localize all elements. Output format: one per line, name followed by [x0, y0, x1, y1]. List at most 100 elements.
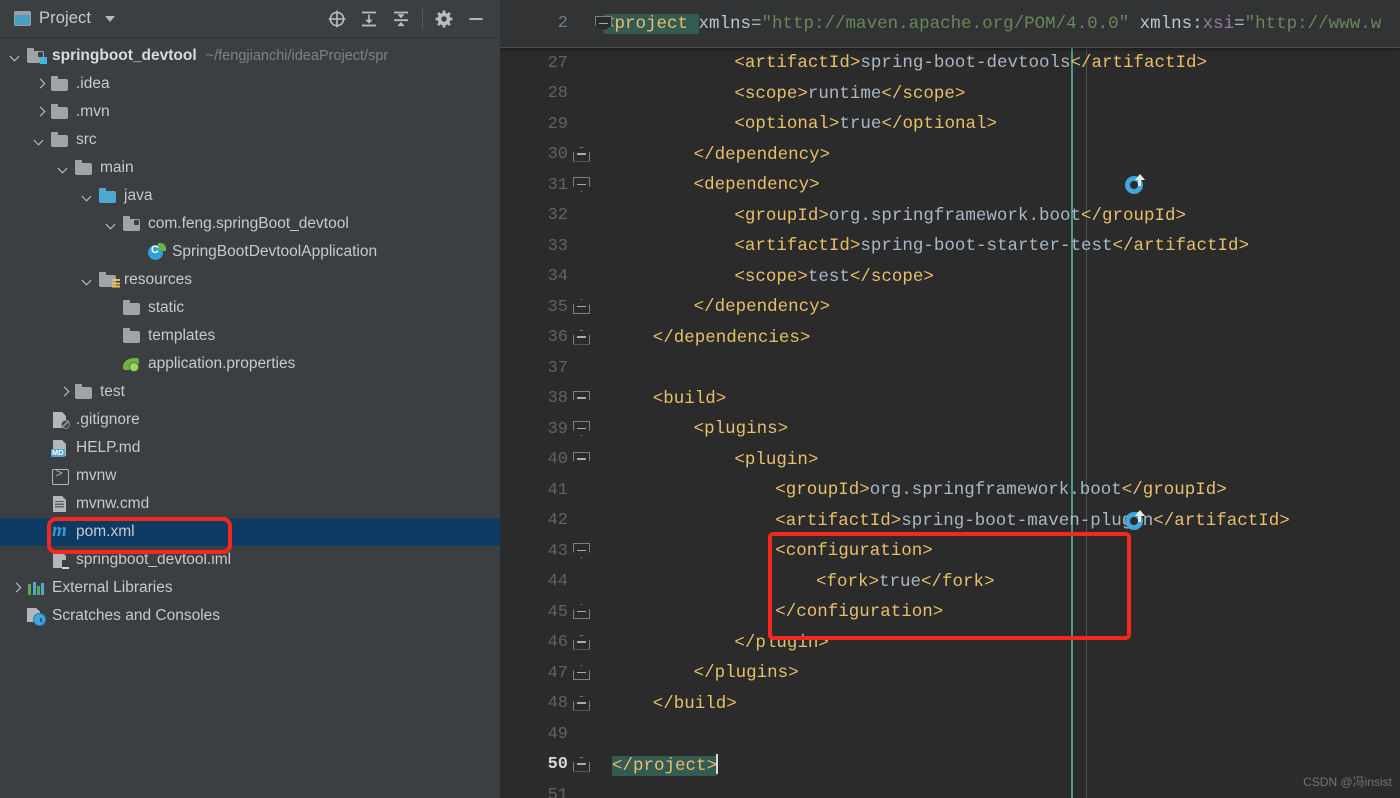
gutter-markers[interactable]	[582, 658, 604, 689]
expand-arrow-icon[interactable]	[104, 216, 120, 232]
tree-row-pom-xml[interactable]: pom.xml	[0, 518, 500, 546]
sticky-header-line[interactable]: 2 <project xmlns="http://maven.apache.or…	[500, 0, 1400, 48]
gutter-markers[interactable]	[582, 262, 604, 293]
tree-row-src[interactable]: src	[0, 126, 500, 154]
editor-line-47[interactable]: 47</plugins>	[500, 658, 1400, 689]
editor-line-43[interactable]: 43<configuration>	[500, 536, 1400, 567]
chevron-down-icon[interactable]	[105, 16, 115, 22]
tree-row-root[interactable]: springboot_devtool ~/fengjianchi/ideaPro…	[0, 42, 500, 70]
code-fold-up-icon[interactable]	[573, 696, 590, 711]
tree-row-main[interactable]: main	[0, 154, 500, 182]
editor-line-41[interactable]: 41<groupId>org.springframework.boot</gro…	[500, 475, 1400, 506]
collapse-all-icon[interactable]	[385, 4, 417, 34]
tree-row--mvn[interactable]: .mvn	[0, 98, 500, 126]
editor-line-27[interactable]: 27<artifactId>spring-boot-devtools</arti…	[500, 48, 1400, 79]
gutter-markers[interactable]	[582, 506, 604, 537]
expand-arrow-icon[interactable]	[32, 132, 48, 148]
tree-row-java[interactable]: java	[0, 182, 500, 210]
gutter-markers[interactable]	[582, 109, 604, 140]
code-fold-up-icon[interactable]	[573, 757, 590, 772]
expand-arrow-icon[interactable]	[80, 188, 96, 204]
settings-gear-icon[interactable]	[428, 4, 460, 34]
code-fold-up-icon[interactable]	[573, 635, 590, 650]
gutter-markers[interactable]	[582, 567, 604, 598]
collapse-arrow-icon[interactable]	[32, 104, 48, 120]
project-tree[interactable]: springboot_devtool ~/fengjianchi/ideaPro…	[0, 38, 500, 630]
editor-line-46[interactable]: 46</plugin>	[500, 628, 1400, 659]
tree-row--gitignore[interactable]: .gitignore	[0, 406, 500, 434]
expand-arrow-icon[interactable]	[80, 272, 96, 288]
maven-reload-icon[interactable]	[1125, 174, 1147, 196]
code-fold-up-icon[interactable]	[573, 299, 590, 314]
editor-line-37[interactable]: 37	[500, 353, 1400, 384]
gutter-markers[interactable]	[582, 597, 604, 628]
tree-row-application-properties[interactable]: application.properties	[0, 350, 500, 378]
editor-line-34[interactable]: 34<scope>test</scope>	[500, 262, 1400, 293]
code-fold-down-icon[interactable]	[573, 543, 590, 558]
sticky-fold-marker[interactable]	[582, 0, 604, 47]
gutter-markers[interactable]	[582, 292, 604, 323]
gutter-markers[interactable]	[582, 170, 604, 201]
tree-row-external-libraries[interactable]: External Libraries	[0, 574, 500, 602]
gutter-markers[interactable]	[582, 48, 604, 79]
editor-line-35[interactable]: 35</dependency>	[500, 292, 1400, 323]
editor-line-48[interactable]: 48</build>	[500, 689, 1400, 720]
editor-line-40[interactable]: 40<plugin>	[500, 445, 1400, 476]
expand-all-icon[interactable]	[353, 4, 385, 34]
tree-row-com-feng-springboot-devtool[interactable]: com.feng.springBoot_devtool	[0, 210, 500, 238]
tree-row-springboot-devtool-iml[interactable]: springboot_devtool.iml	[0, 546, 500, 574]
gutter-markers[interactable]	[582, 201, 604, 232]
gutter-markers[interactable]	[582, 445, 604, 476]
gutter-markers[interactable]	[582, 353, 604, 384]
tree-row-mvnw-cmd[interactable]: mvnw.cmd	[0, 490, 500, 518]
editor-line-50[interactable]: 50</project>	[500, 750, 1400, 781]
project-tab[interactable]: Project	[14, 9, 115, 28]
hide-icon[interactable]	[460, 4, 492, 34]
gutter-markers[interactable]	[582, 384, 604, 415]
gutter-markers[interactable]	[582, 414, 604, 445]
tree-row-templates[interactable]: templates	[0, 322, 500, 350]
code-fold-up-icon[interactable]	[573, 604, 590, 619]
expand-arrow-icon[interactable]	[8, 48, 24, 64]
code-fold-down-icon[interactable]	[573, 421, 590, 436]
maven-reload-icon[interactable]	[1125, 510, 1147, 532]
code-fold-up-icon[interactable]	[573, 147, 590, 162]
editor-line-36[interactable]: 36</dependencies>	[500, 323, 1400, 354]
editor-line-45[interactable]: 45</configuration>	[500, 597, 1400, 628]
editor-line-30[interactable]: 30</dependency>	[500, 140, 1400, 171]
code-editor[interactable]: 27<artifactId>spring-boot-devtools</arti…	[500, 0, 1400, 798]
editor-line-49[interactable]: 49	[500, 719, 1400, 750]
editor-line-31[interactable]: 31<dependency>	[500, 170, 1400, 201]
gutter-markers[interactable]	[582, 628, 604, 659]
code-fold-down-icon[interactable]	[573, 177, 590, 192]
gutter-markers[interactable]	[582, 689, 604, 720]
editor-line-39[interactable]: 39<plugins>	[500, 414, 1400, 445]
collapse-arrow-icon[interactable]	[32, 76, 48, 92]
gutter-markers[interactable]	[582, 231, 604, 262]
collapse-arrow-icon[interactable]	[8, 580, 24, 596]
tree-row--idea[interactable]: .idea	[0, 70, 500, 98]
editor-line-28[interactable]: 28<scope>runtime</scope>	[500, 79, 1400, 110]
code-fold-down-icon[interactable]	[573, 452, 590, 467]
collapse-arrow-icon[interactable]	[56, 384, 72, 400]
tree-row-test[interactable]: test	[0, 378, 500, 406]
gutter-markers[interactable]	[582, 79, 604, 110]
editor-line-44[interactable]: 44<fork>true</fork>	[500, 567, 1400, 598]
gutter-markers[interactable]	[582, 750, 604, 781]
gutter-markers[interactable]	[582, 536, 604, 567]
select-opened-file-icon[interactable]	[321, 4, 353, 34]
tree-row-static[interactable]: static	[0, 294, 500, 322]
code-fold-up-icon[interactable]	[573, 665, 590, 680]
editor-line-29[interactable]: 29<optional>true</optional>	[500, 109, 1400, 140]
tree-row-help-md[interactable]: MDHELP.md	[0, 434, 500, 462]
editor-line-42[interactable]: 42<artifactId>spring-boot-maven-plugin</…	[500, 506, 1400, 537]
code-fold-up-icon[interactable]	[573, 330, 590, 345]
gutter-markers[interactable]	[582, 140, 604, 171]
gutter-markers[interactable]	[582, 719, 604, 750]
gutter-markers[interactable]	[582, 475, 604, 506]
editor-line-33[interactable]: 33<artifactId>spring-boot-starter-test</…	[500, 231, 1400, 262]
editor-line-32[interactable]: 32<groupId>org.springframework.boot</gro…	[500, 201, 1400, 232]
tree-row-scratches-and-consoles[interactable]: Scratches and Consoles	[0, 602, 500, 630]
gutter-markers[interactable]	[582, 780, 604, 798]
editor-line-51[interactable]: 51	[500, 780, 1400, 798]
